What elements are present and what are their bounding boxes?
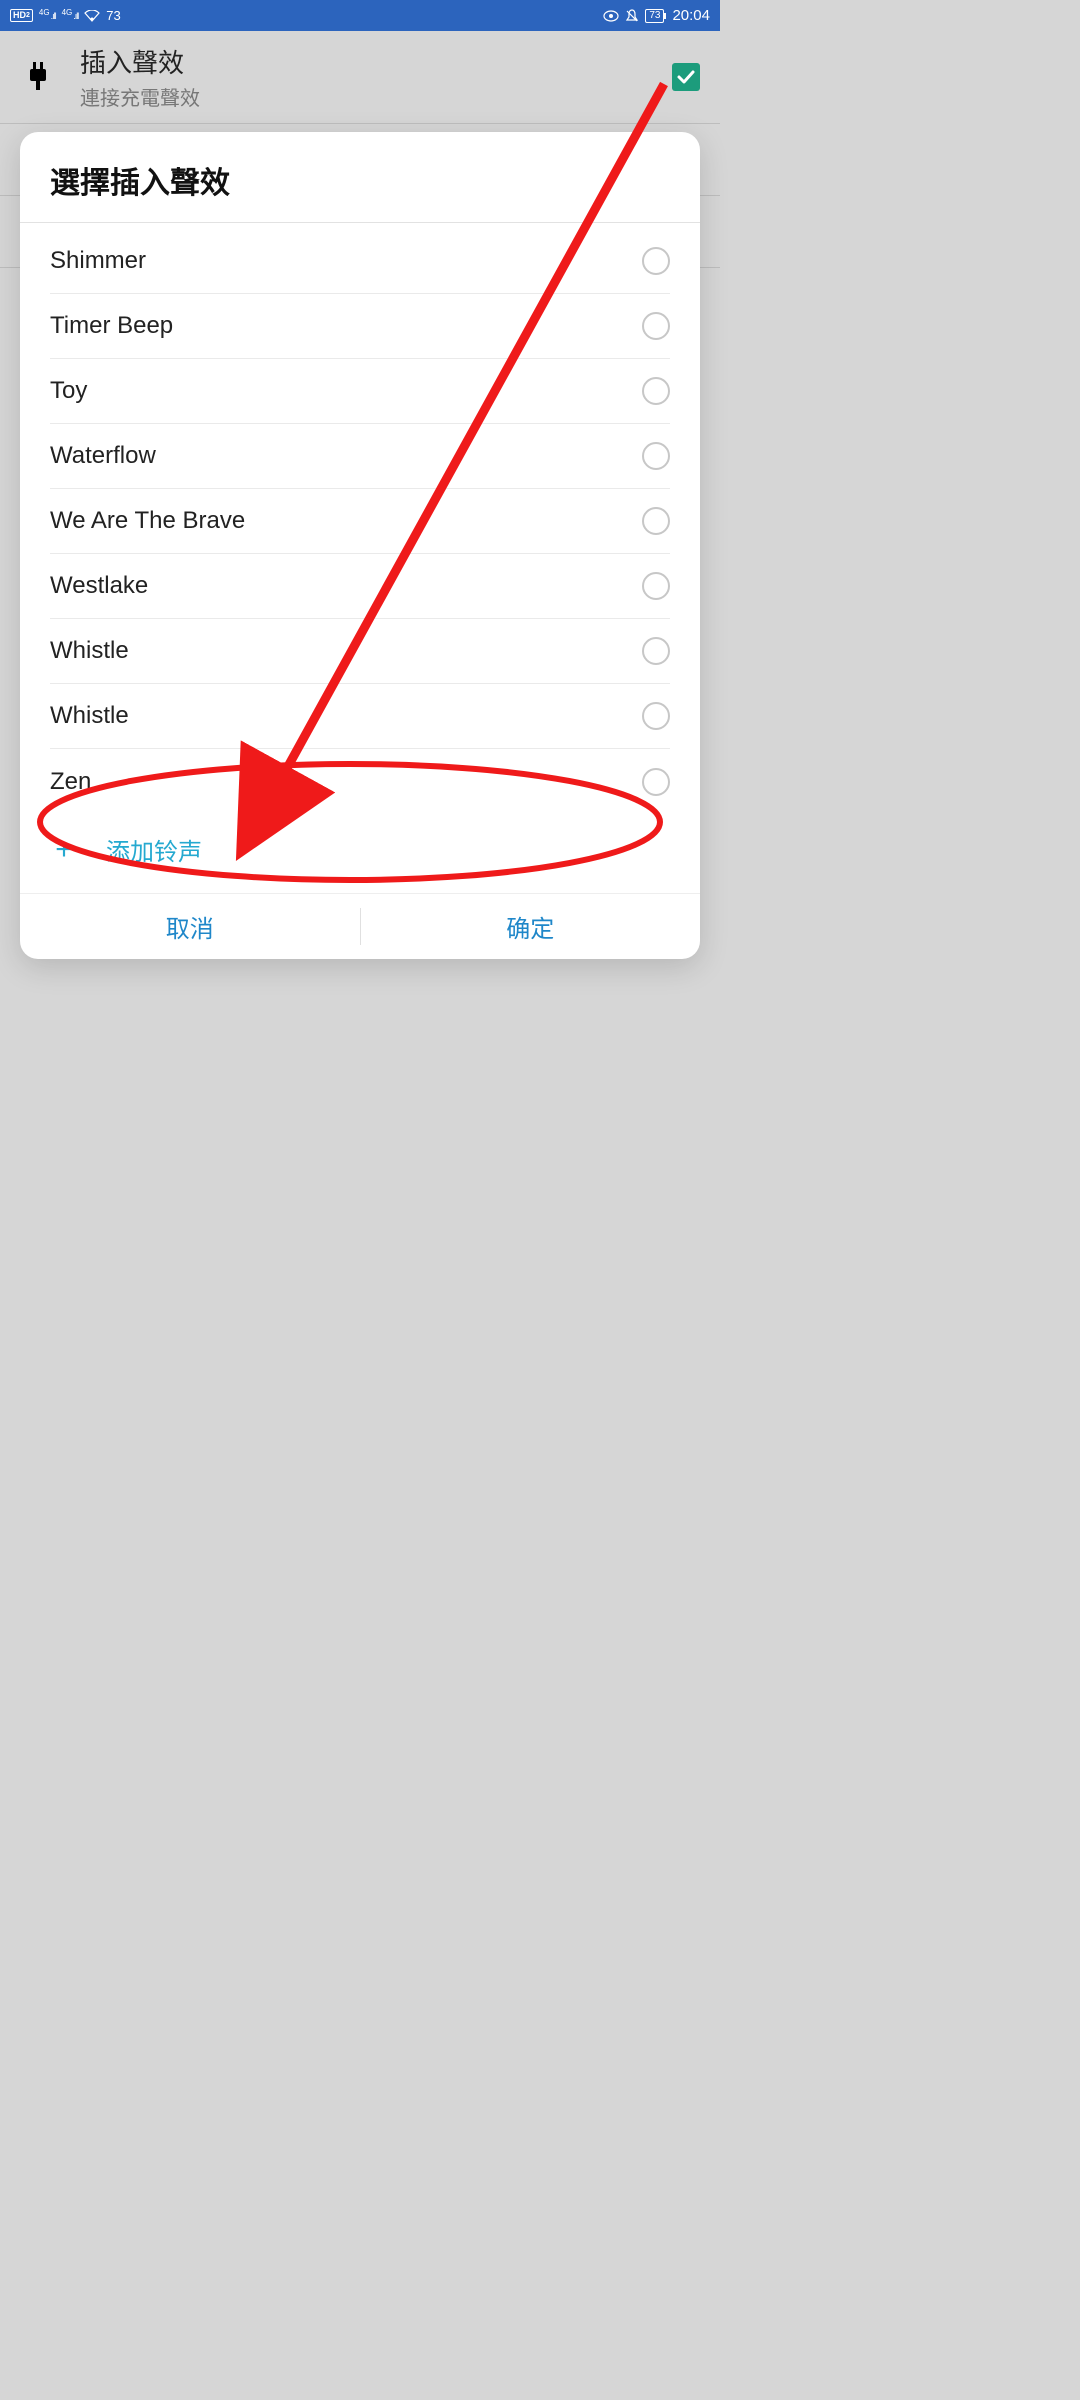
wifi-number: 73: [106, 8, 120, 23]
signal-1-icon: 4G.ıll: [39, 11, 56, 21]
dialog-button-bar: 取消 确定: [20, 893, 700, 959]
sound-option-label: Westlake: [50, 572, 148, 600]
cancel-button[interactable]: 取消: [20, 894, 360, 959]
cancel-label: 取消: [166, 909, 214, 944]
radio-unchecked-icon[interactable]: [642, 507, 670, 535]
sound-option-label: Waterflow: [50, 442, 156, 470]
wifi-icon: [84, 10, 100, 22]
sound-option-label: Timer Beep: [50, 312, 173, 340]
plug-icon: [20, 62, 56, 92]
battery-icon: 73: [645, 9, 664, 23]
status-time: 20:04: [672, 7, 710, 24]
check-icon: [676, 67, 696, 87]
dialog-title: 選擇插入聲效: [20, 132, 700, 222]
ok-button[interactable]: 确定: [361, 894, 701, 959]
sound-list[interactable]: Shimmer Timer Beep Toy Waterflow We Are The …: [20, 229, 700, 814]
sound-option[interactable]: Toy: [50, 359, 670, 424]
plus-icon: +: [50, 833, 78, 867]
radio-unchecked-icon[interactable]: [642, 247, 670, 275]
ok-label: 确定: [506, 909, 554, 944]
status-right: 73 20:04: [603, 7, 710, 24]
add-ringtone-label: 添加铃声: [106, 832, 202, 867]
signal-2-icon: 4G.ıll: [62, 11, 79, 21]
setting-row-subtitle: 連接充電聲效: [80, 82, 648, 111]
sound-option[interactable]: Whistle: [50, 619, 670, 684]
status-left: HD2 4G.ıll 4G.ıll 73: [10, 8, 121, 23]
radio-unchecked-icon[interactable]: [642, 377, 670, 405]
sound-option-label: Zen: [50, 768, 91, 796]
radio-unchecked-icon[interactable]: [642, 768, 670, 796]
sound-option-label: Whistle: [50, 637, 129, 665]
radio-unchecked-icon[interactable]: [642, 442, 670, 470]
hd-icon: HD2: [10, 9, 33, 22]
sound-option-label: Toy: [50, 377, 87, 405]
sound-option-label: Shimmer: [50, 247, 146, 275]
setting-row-plugin-sound[interactable]: 插入聲效 連接充電聲效: [0, 31, 720, 124]
sound-option-label: Whistle: [50, 702, 129, 730]
sound-option-label: We Are The Brave: [50, 507, 245, 535]
radio-unchecked-icon[interactable]: [642, 637, 670, 665]
sound-option[interactable]: Shimmer: [50, 229, 670, 294]
radio-unchecked-icon[interactable]: [642, 572, 670, 600]
sound-option[interactable]: Timer Beep: [50, 294, 670, 359]
radio-unchecked-icon[interactable]: [642, 702, 670, 730]
setting-row-title: 插入聲效: [80, 43, 648, 80]
sound-option[interactable]: Waterflow: [50, 424, 670, 489]
divider: [20, 222, 700, 223]
checkbox-enabled[interactable]: [672, 63, 700, 91]
sound-option[interactable]: Zen: [50, 749, 670, 814]
eye-icon: [603, 10, 619, 22]
sound-option[interactable]: We Are The Brave: [50, 489, 670, 554]
status-bar: HD2 4G.ıll 4G.ıll 73 73 20:04: [0, 0, 720, 31]
sound-option[interactable]: Whistle: [50, 684, 670, 749]
radio-unchecked-icon[interactable]: [642, 312, 670, 340]
sound-picker-dialog: 選擇插入聲效 Shimmer Timer Beep Toy Waterflow We A…: [20, 132, 700, 959]
add-ringtone-button[interactable]: + 添加铃声: [20, 814, 700, 893]
sound-option[interactable]: Westlake: [50, 554, 670, 619]
mute-icon: [625, 9, 639, 23]
